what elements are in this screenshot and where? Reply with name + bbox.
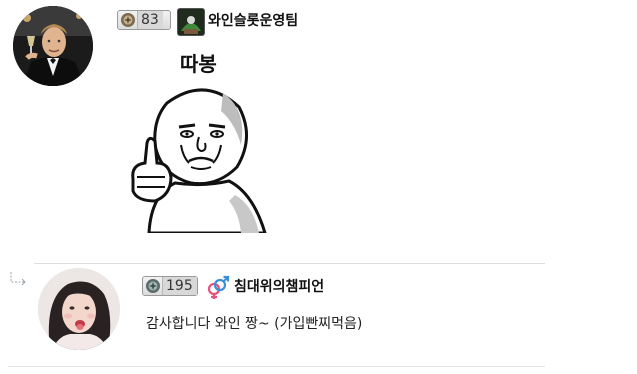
thumbs-up-emoticon: 따봉 xyxy=(125,45,275,235)
level-badge: 195 xyxy=(142,276,198,296)
woman-portrait-avatar-image xyxy=(38,268,120,350)
avatar[interactable] xyxy=(38,268,120,350)
level-number: 83 xyxy=(137,11,163,29)
reply-text: 감사합니다 와인 짱~ (가입빤찌먹음) xyxy=(146,316,363,332)
game-character-icon xyxy=(177,8,205,36)
nickname[interactable]: 와인슬롯운영팀 xyxy=(208,10,298,30)
bottom-divider xyxy=(8,366,545,367)
nickname[interactable]: 침대위의챔피언 xyxy=(234,276,324,296)
level-emblem-icon xyxy=(121,13,135,27)
level-badge: 83 xyxy=(117,10,171,30)
male-female-gender-icon xyxy=(205,274,231,300)
level-emblem-icon xyxy=(146,279,160,293)
comment-item: 83 와인슬롯운영팀 따봉 xyxy=(0,0,637,240)
level-number: 195 xyxy=(162,277,197,295)
avatar[interactable] xyxy=(13,6,93,86)
comment-divider xyxy=(34,263,545,264)
emoticon-caption: 따봉 xyxy=(180,52,217,76)
reply-arrow-icon xyxy=(8,270,30,288)
man-in-suit-avatar-image xyxy=(13,6,93,86)
